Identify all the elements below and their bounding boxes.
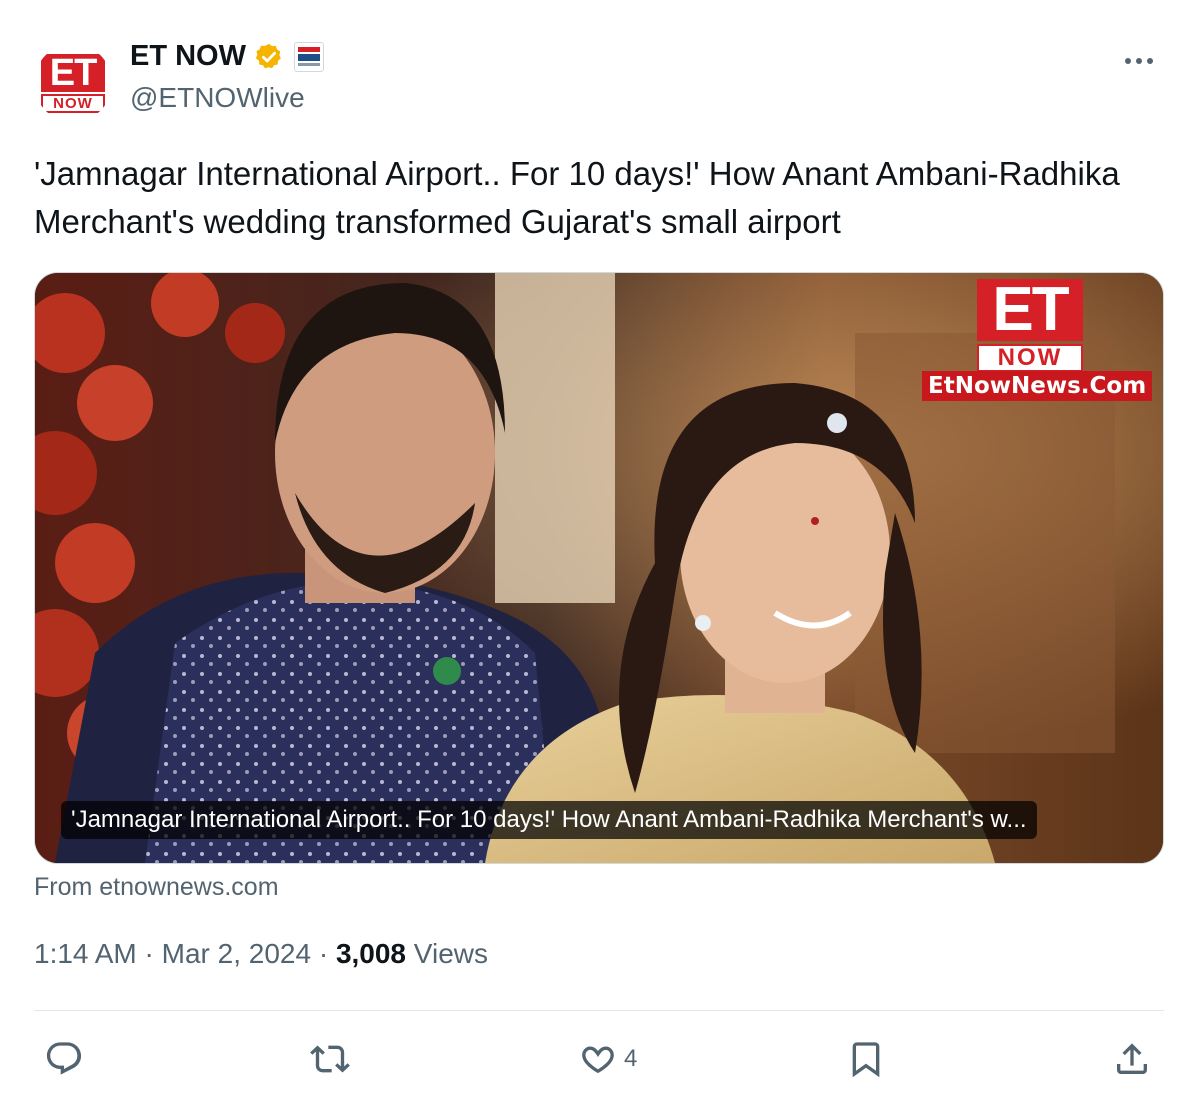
author-handle[interactable]: @ETNOWlive <box>130 82 305 114</box>
tweet-time[interactable]: 1:14 AM <box>34 938 137 969</box>
divider <box>34 1010 1164 1011</box>
reply-button[interactable] <box>44 1034 84 1084</box>
like-button[interactable]: 4 <box>578 1034 637 1084</box>
affiliation-stripe-grey <box>298 63 320 66</box>
bookmark-button[interactable] <box>846 1034 886 1084</box>
meta-separator: · <box>318 938 329 969</box>
tweet-date[interactable]: Mar 2, 2024 <box>162 938 311 969</box>
author-avatar[interactable]: ET NOW <box>34 44 112 122</box>
avatar-logo-now: NOW <box>41 93 105 113</box>
tweet-text: 'Jamnagar International Airport.. For 10… <box>34 155 1120 240</box>
card-brand-logo: ET NOW <box>977 279 1087 372</box>
more-options-icon[interactable] <box>1122 44 1156 78</box>
card-brand-url: EtNowNews.Com <box>922 371 1153 401</box>
share-button[interactable] <box>1112 1034 1152 1084</box>
affiliation-stripe-red <box>298 47 320 52</box>
affiliation-badge-icon[interactable] <box>294 41 324 72</box>
retweet-button[interactable] <box>310 1034 350 1084</box>
views-count: 3,008 <box>335 938 407 969</box>
author-name-row: ET NOW <box>130 40 324 73</box>
verified-badge-icon[interactable] <box>254 42 284 72</box>
tweet: ET NOW ET NOW @ETNOWlive 'Jamnagar Inter… <box>0 0 1190 1102</box>
card-brand-now: NOW <box>977 344 1083 372</box>
share-icon <box>1117 1043 1147 1074</box>
tweet-meta: 1:14 AM · Mar 2, 2024 · 3,008 Views <box>34 938 488 970</box>
card-source[interactable]: From etnownews.com <box>34 873 279 902</box>
link-card[interactable]: ET NOW EtNowNews.Com 'Jamnagar Internati… <box>34 272 1164 864</box>
meta-separator: · <box>144 938 154 969</box>
avatar-logo-et: ET <box>41 53 105 92</box>
card-brand-et: ET <box>977 279 1083 341</box>
author-display-name[interactable]: ET NOW <box>130 40 246 73</box>
like-count: 4 <box>624 1045 638 1072</box>
card-caption[interactable]: 'Jamnagar International Airport.. For 10… <box>61 801 1037 839</box>
views-label: Views <box>413 938 488 969</box>
retweet-icon <box>310 1045 350 1073</box>
affiliation-stripe-blue <box>298 54 320 61</box>
bookmark-icon <box>852 1042 880 1078</box>
action-bar: 4 <box>0 1034 1190 1084</box>
like-icon <box>582 1046 614 1074</box>
reply-icon <box>46 1042 82 1075</box>
